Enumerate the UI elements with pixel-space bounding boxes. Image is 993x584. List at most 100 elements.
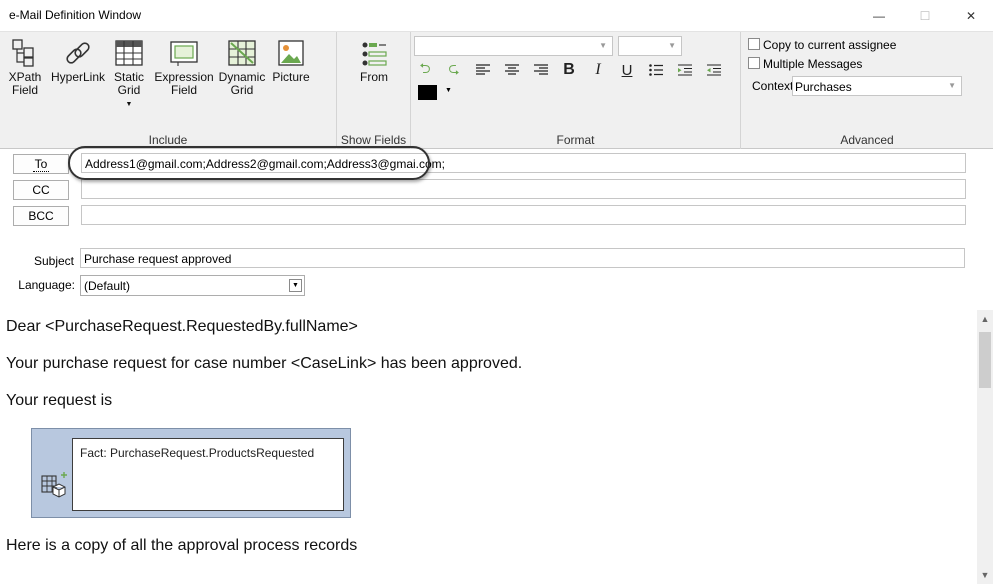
bcc-field[interactable] <box>81 205 966 225</box>
align-center-button[interactable] <box>502 60 522 80</box>
scroll-thumb[interactable] <box>979 332 991 388</box>
dynamic-grid-button[interactable]: Dynamic Grid <box>218 38 266 97</box>
scroll-up-icon[interactable]: ▲ <box>977 314 993 324</box>
bullet-list-icon <box>649 64 663 76</box>
vertical-scrollbar[interactable]: ▲ ▼ <box>977 310 993 584</box>
copy-to-assignee-checkbox[interactable] <box>748 38 760 50</box>
chevron-down-icon: ▼ <box>668 41 676 50</box>
outdent-icon <box>707 64 721 76</box>
from-label: From <box>360 70 388 84</box>
chevron-down-icon: ▼ <box>948 81 956 90</box>
chevron-down-icon: ▼ <box>289 279 302 292</box>
indent-button[interactable] <box>675 60 695 80</box>
format-group: ▼ ▼ ⮌ ⮎ B I U ▼ Format <box>411 32 741 149</box>
redo-icon: ⮎ <box>448 60 460 76</box>
hyperlink-button[interactable]: HyperLink <box>51 38 105 84</box>
multiple-messages-checkbox[interactable] <box>748 57 760 69</box>
expression-field-label: Expression Field <box>154 70 214 97</box>
ribbon: XPath Field HyperLink Static Grid ▼ Expr… <box>0 31 993 149</box>
context-select[interactable]: Purchases ▼ <box>792 76 962 96</box>
cc-button-label: CC <box>32 183 50 197</box>
body-line-request: Your request is <box>6 392 113 409</box>
fact-grid-block[interactable]: Fact: PurchaseRequest.ProductsRequested <box>31 428 351 518</box>
static-grid-icon <box>115 40 143 66</box>
language-select[interactable]: (Default) ▼ <box>80 275 305 296</box>
undo-button[interactable]: ⮌ <box>415 60 435 80</box>
align-right-button[interactable] <box>531 60 551 80</box>
undo-icon: ⮌ <box>419 60 431 76</box>
advanced-group: Copy to current assignee Multiple Messag… <box>741 32 993 149</box>
context-label: Context <box>752 79 794 93</box>
subject-label: Subject <box>33 254 74 268</box>
hyperlink-icon <box>66 42 90 64</box>
maximize-icon: ☐ <box>919 8 931 23</box>
fact-text: Fact: PurchaseRequest.ProductsRequested <box>80 446 315 460</box>
cc-button[interactable]: CC <box>13 180 69 200</box>
chevron-down-icon: ▼ <box>599 41 607 50</box>
to-field[interactable]: Address1@gmail.com;Address2@gmail.com;Ad… <box>81 153 966 173</box>
expression-field-button[interactable]: Expression Field <box>154 38 214 97</box>
cc-field[interactable] <box>81 179 966 199</box>
static-grid-label: Static Grid <box>113 70 144 97</box>
fact-label-box: Fact: PurchaseRequest.ProductsRequested <box>72 438 344 511</box>
redo-button[interactable]: ⮎ <box>444 60 464 80</box>
bcc-button-label: BCC <box>28 209 54 223</box>
picture-button[interactable]: Picture <box>271 38 311 84</box>
minimize-icon: — <box>873 8 885 23</box>
xpath-field-button[interactable]: XPath Field <box>6 38 44 97</box>
window-title: e-Mail Definition Window <box>9 8 142 22</box>
xpath-field-label: XPath Field <box>8 70 42 97</box>
align-right-icon <box>534 64 548 75</box>
copy-to-assignee-label: Copy to current assignee <box>763 38 897 52</box>
title-bar: e-Mail Definition Window — ☐ ✕ <box>0 0 993 31</box>
italic-icon: I <box>595 61 601 78</box>
align-center-icon <box>505 64 519 75</box>
font-family-select[interactable]: ▼ <box>414 36 613 56</box>
italic-button[interactable]: I <box>588 60 608 80</box>
language-value: (Default) <box>84 279 131 293</box>
font-size-select[interactable]: ▼ <box>618 36 682 56</box>
include-group-label: Include <box>148 133 188 147</box>
advanced-group-label: Advanced <box>840 133 894 147</box>
picture-icon <box>278 40 304 66</box>
body-line-approved: Your purchase request for case number <C… <box>6 355 523 372</box>
align-left-icon <box>476 64 490 75</box>
dynamic-grid-icon <box>228 40 256 66</box>
from-button[interactable]: From <box>354 38 394 84</box>
context-value: Purchases <box>795 80 852 94</box>
close-button[interactable]: ✕ <box>948 0 993 31</box>
language-label: Language: <box>18 278 75 292</box>
format-group-label: Format <box>556 133 595 147</box>
maximize-button[interactable]: ☐ <box>902 0 948 31</box>
bold-icon: B <box>563 61 575 78</box>
xpath-field-icon <box>12 39 34 67</box>
minimize-button[interactable]: — <box>856 0 902 31</box>
subject-field[interactable]: Purchase request approved <box>80 248 965 268</box>
expression-field-icon <box>170 41 198 66</box>
scroll-down-icon[interactable]: ▼ <box>977 570 993 580</box>
outdent-button[interactable] <box>704 60 724 80</box>
align-left-button[interactable] <box>473 60 493 80</box>
chevron-down-icon: ▼ <box>125 101 133 108</box>
body-line-greeting: Dear <PurchaseRequest.RequestedBy.fullNa… <box>6 318 358 335</box>
chevron-down-icon[interactable]: ▼ <box>445 87 452 94</box>
dynamic-grid-label: Dynamic Grid <box>218 70 266 97</box>
bcc-button[interactable]: BCC <box>13 206 69 226</box>
underline-button[interactable]: U <box>617 60 637 80</box>
hyperlink-label: HyperLink <box>51 70 106 84</box>
to-button-label: To <box>32 156 50 172</box>
underline-icon: U <box>621 61 633 79</box>
show-fields-group-label: Show Fields <box>340 133 407 147</box>
font-color-swatch[interactable] <box>418 85 437 100</box>
bold-button[interactable]: B <box>559 60 579 80</box>
multiple-messages-label: Multiple Messages <box>763 57 863 71</box>
picture-label: Picture <box>272 70 310 84</box>
to-button[interactable]: To <box>13 154 69 174</box>
grid-cube-icon <box>41 472 67 498</box>
include-group: XPath Field HyperLink Static Grid ▼ Expr… <box>0 32 337 149</box>
close-icon: ✕ <box>965 8 977 23</box>
body-line-records: Here is a copy of all the approval proce… <box>6 537 358 554</box>
static-grid-button[interactable]: Static Grid ▼ <box>110 38 148 111</box>
bullet-list-button[interactable] <box>646 60 666 80</box>
show-fields-group: From Show Fields <box>337 32 411 149</box>
